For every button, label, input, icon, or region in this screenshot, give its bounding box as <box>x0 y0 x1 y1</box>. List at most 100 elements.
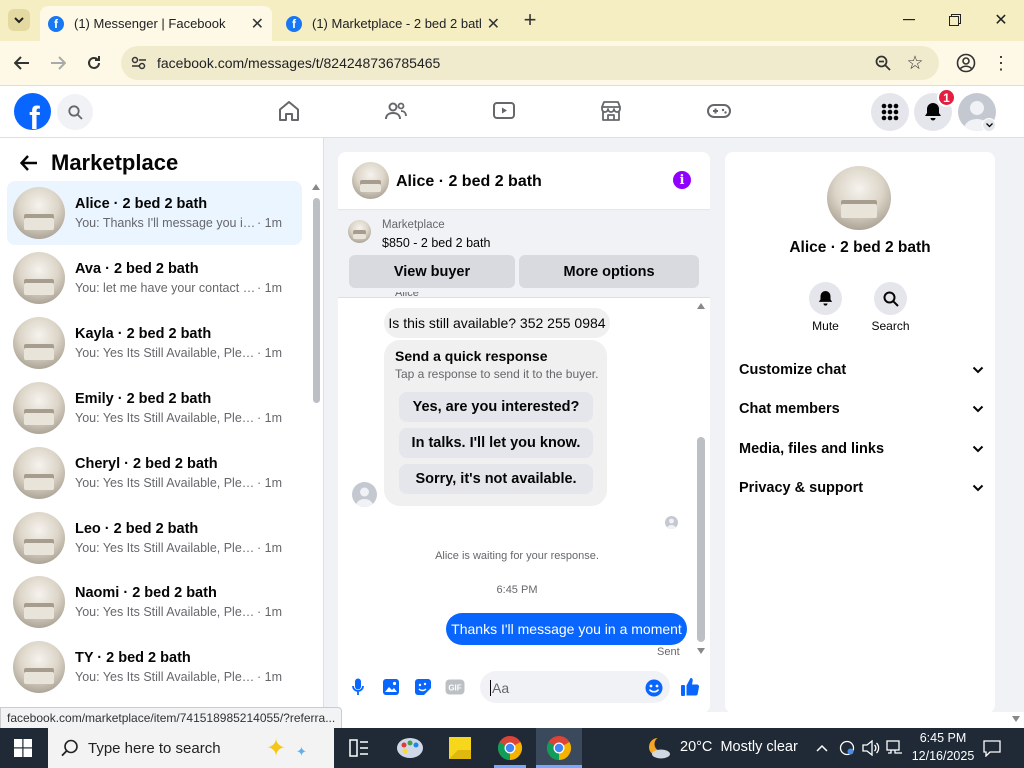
new-tab-button[interactable]: + <box>520 7 540 32</box>
conversation-item-ava[interactable]: Ava · 2 bed 2 bath You: let me have your… <box>7 246 302 310</box>
scroll-up-arrow-icon[interactable] <box>697 303 705 309</box>
address-bar[interactable]: facebook.com/messages/t/824248736785465 … <box>121 46 939 80</box>
scroll-up-arrow-icon[interactable] <box>312 184 320 190</box>
taskbar-app-chrome[interactable] <box>494 732 526 764</box>
site-info-icon[interactable] <box>121 46 157 80</box>
outgoing-message-bubble[interactable]: Thanks I'll message you in a moment <box>446 613 687 645</box>
show-hidden-icons-button[interactable] <box>815 740 829 756</box>
like-button[interactable] <box>679 676 701 698</box>
conversation-item-emily[interactable]: Emily · 2 bed 2 bath You: Yes Its Still … <box>7 376 302 440</box>
start-button[interactable] <box>12 738 34 758</box>
close-tab-icon[interactable]: ✕ <box>487 14 500 34</box>
privacy-support-section[interactable]: Privacy & support <box>739 476 984 500</box>
taskbar-search-box[interactable]: Type here to search ✦ ✦ <box>48 728 334 768</box>
network-vpn-icon[interactable] <box>838 739 856 757</box>
clock-time[interactable]: 6:45 PM <box>908 731 978 745</box>
browser-tab-marketplace[interactable]: f (1) Marketplace - 2 bed 2 bath ✕ <box>278 6 508 41</box>
search-icon <box>883 291 899 307</box>
sidebar-scrollbar[interactable] <box>313 198 320 403</box>
notification-center-button[interactable] <box>980 738 1004 758</box>
minimize-window-button[interactable] <box>895 8 923 32</box>
menu-button[interactable] <box>871 93 909 131</box>
quick-response-in-talks-button[interactable]: In talks. I'll let you know. <box>399 428 593 458</box>
message-input[interactable]: Aa <box>480 671 670 703</box>
facebook-search-button[interactable] <box>57 94 93 130</box>
clock-date[interactable]: 12/16/2025 <box>908 749 978 763</box>
nav-friends[interactable] <box>383 98 409 124</box>
conversation-item-naomi[interactable]: Naomi · 2 bed 2 bath You: Yes Its Still … <box>7 570 302 634</box>
profile-name: Alice · 2 bed 2 bath <box>789 239 931 256</box>
chat-title[interactable]: Alice · 2 bed 2 bath <box>396 173 542 191</box>
nav-home[interactable] <box>276 98 302 124</box>
speaker-icon <box>862 740 880 756</box>
nav-watch[interactable] <box>491 98 517 124</box>
listing-price[interactable]: $850 - 2 bed 2 bath <box>382 236 490 250</box>
search-icon <box>67 104 83 120</box>
section-label: Media, files and links <box>739 441 885 457</box>
search-in-chat-button[interactable] <box>874 282 907 315</box>
zoom-icon[interactable] <box>873 53 893 73</box>
volume-icon[interactable] <box>861 739 881 757</box>
incoming-message-bubble[interactable]: Is this still available? 352 255 0984 <box>384 308 610 338</box>
chat-avatar[interactable] <box>352 162 389 199</box>
tab-search-button[interactable] <box>8 9 30 31</box>
taskbar-app-chrome-active[interactable] <box>536 728 582 768</box>
close-tab-icon[interactable]: ✕ <box>251 14 264 34</box>
listing-thumbnail[interactable] <box>348 220 371 243</box>
arrow-right-icon <box>51 56 66 70</box>
taskbar-app-sticky-notes[interactable] <box>446 734 474 762</box>
profile-icon[interactable] <box>955 52 977 74</box>
conversation-item-ty[interactable]: TY · 2 bed 2 bath You: Yes Its Still Ava… <box>7 635 302 699</box>
weather-icon[interactable] <box>646 736 672 760</box>
more-options-button[interactable]: More options <box>519 255 699 288</box>
quick-response-not-available-button[interactable]: Sorry, it's not available. <box>399 464 593 494</box>
restore-window-button[interactable] <box>941 8 969 32</box>
chat-info-panel <box>725 152 995 713</box>
nav-marketplace[interactable] <box>598 98 624 124</box>
network-icon[interactable] <box>885 739 905 757</box>
forward-button[interactable] <box>46 51 70 75</box>
voice-clip-button[interactable] <box>349 677 367 697</box>
sent-status: Sent <box>657 646 680 658</box>
arrow-left-icon <box>14 56 29 70</box>
page-scroll-down-arrow-icon[interactable] <box>1012 716 1020 722</box>
emoji-button[interactable] <box>644 678 663 697</box>
back-button[interactable] <box>10 51 34 75</box>
moon-cloud-icon <box>649 737 670 759</box>
chat-scrollbar[interactable] <box>697 437 705 642</box>
scroll-down-arrow-icon[interactable] <box>697 648 705 654</box>
sticker-button[interactable] <box>413 677 433 697</box>
conversation-item-cheryl[interactable]: Cheryl · 2 bed 2 bath You: Yes Its Still… <box>7 441 302 505</box>
gif-button[interactable]: GIF <box>444 677 466 697</box>
quick-response-yes-button[interactable]: Yes, are you interested? <box>399 392 593 422</box>
friends-icon <box>385 102 407 120</box>
weather-text[interactable]: 20°C Mostly clear <box>680 739 798 755</box>
conversation-item-alice[interactable]: Alice · 2 bed 2 bath You: Thanks I'll me… <box>7 181 302 245</box>
taskbar-app-paint[interactable] <box>395 734 425 762</box>
sender-avatar[interactable] <box>352 482 377 507</box>
task-view-button[interactable] <box>347 738 371 758</box>
back-arrow-button[interactable] <box>16 150 42 176</box>
nav-gaming[interactable] <box>706 98 732 124</box>
customize-chat-section[interactable]: Customize chat <box>739 358 984 382</box>
chat-members-section[interactable]: Chat members <box>739 397 984 421</box>
view-buyer-button[interactable]: View buyer <box>349 255 515 288</box>
chat-info-icon[interactable]: i <box>673 171 691 189</box>
profile-avatar[interactable] <box>827 166 891 230</box>
conversation-item-kayla[interactable]: Kayla · 2 bed 2 bath You: Yes Its Still … <box>7 311 302 375</box>
gaming-icon <box>707 104 731 118</box>
reload-button[interactable] <box>82 51 106 75</box>
media-files-links-section[interactable]: Media, files and links <box>739 437 984 461</box>
bookmark-star-icon[interactable]: ☆ <box>905 53 925 74</box>
conversation-item-leo[interactable]: Leo · 2 bed 2 bath You: Yes Its Still Av… <box>7 506 302 570</box>
browser-tab-messenger[interactable]: f (1) Messenger | Facebook ✕ <box>40 6 272 41</box>
browser-menu-icon[interactable]: ⋮ <box>992 52 1010 74</box>
close-window-button[interactable]: ✕ <box>987 8 1015 32</box>
mute-button[interactable] <box>809 282 842 315</box>
attach-photo-button[interactable] <box>381 677 401 697</box>
account-chevron-icon[interactable] <box>982 118 996 132</box>
globe-icon <box>839 740 855 756</box>
facebook-logo-icon[interactable]: f <box>14 93 51 130</box>
bell-icon <box>925 103 941 121</box>
chevron-down-icon <box>972 445 984 453</box>
